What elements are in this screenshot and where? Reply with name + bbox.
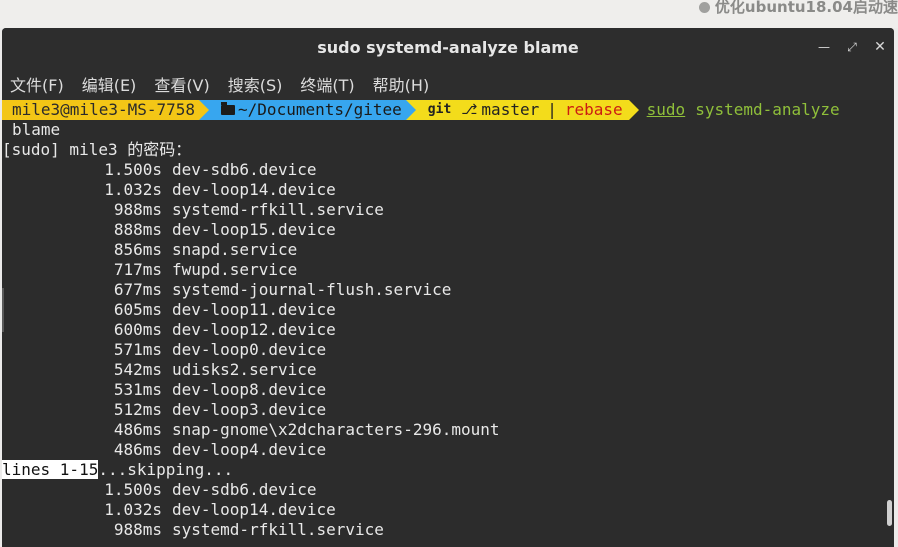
pager-skipping: ...skipping... <box>98 460 234 479</box>
maximize-icon[interactable]: ⤢ <box>844 39 860 55</box>
menu-terminal[interactable]: 终端(T) <box>299 70 355 98</box>
blame-unit: dev-loop3.device <box>172 400 327 419</box>
git-separator: | <box>547 100 557 119</box>
blame-row: 677ms systemd-journal-flush.service <box>2 280 894 300</box>
shell-prompt: mile3@mile3-MS-7758 ~/Documents/gitee gi… <box>2 100 894 120</box>
blame-unit: snapd.service <box>172 240 298 259</box>
blame-row: 1.032s dev-loop14.device <box>2 500 894 520</box>
prompt-git-segment: git ⎇ master | rebase <box>415 100 629 120</box>
menu-help[interactable]: 帮助(H) <box>372 70 431 98</box>
blame-time: 512ms <box>113 400 162 419</box>
blame-time: 988ms <box>113 520 162 539</box>
blame-time: 571ms <box>113 340 162 359</box>
menu-search[interactable]: 搜索(S) <box>227 70 284 98</box>
blame-time: 677ms <box>113 280 162 299</box>
close-icon[interactable]: ✕ <box>872 39 888 55</box>
blame-row: 856ms snapd.service <box>2 240 894 260</box>
blame-time: 888ms <box>113 220 162 239</box>
blame-row: 571ms dev-loop0.device <box>2 340 894 360</box>
menu-edit[interactable]: 编辑(E) <box>81 70 138 98</box>
pager-status: lines 1-15 <box>2 460 99 479</box>
blame-row: 531ms dev-loop8.device <box>2 380 894 400</box>
blame-row: 486ms snap-gnome\x2dcharacters-296.mount <box>2 420 894 440</box>
blame-row: 988ms systemd-rfkill.service <box>2 200 894 220</box>
blame-row: 1.500s dev-sdb6.device <box>2 160 894 180</box>
blame-time: 1.032s <box>104 500 162 519</box>
blame-unit: dev-loop12.device <box>172 320 336 339</box>
prompt-path-segment: ~/Documents/gitee <box>209 100 406 120</box>
background-notice: 优化ubuntu18.04启动速 <box>698 0 898 17</box>
blame-row: 888ms dev-loop15.device <box>2 220 894 240</box>
blame-unit: dev-sdb6.device <box>172 160 317 179</box>
notice-dot-icon <box>698 2 710 13</box>
blame-row: 1.500s dev-sdb6.device <box>2 480 894 500</box>
blame-time: 605ms <box>113 300 162 319</box>
prompt-user-host: mile3@mile3-MS-7758 <box>2 100 200 120</box>
blame-time: 600ms <box>113 320 162 339</box>
blame-unit: dev-sdb6.device <box>172 480 317 499</box>
blame-list: 1.500s dev-sdb6.device 1.032s dev-loop14.de… <box>2 160 894 460</box>
git-icon: git <box>427 102 452 117</box>
blame-time: 531ms <box>113 380 162 399</box>
command-name: systemd-analyze <box>695 100 840 119</box>
title-bar[interactable]: sudo systemd-analyze blame — ⤢ ✕ <box>2 28 894 68</box>
blame-unit: systemd-journal-flush.service <box>172 280 452 299</box>
segment-arrow-icon <box>199 100 210 120</box>
blame-time: 486ms <box>113 440 162 459</box>
blame-row: 605ms dev-loop11.device <box>2 300 894 320</box>
blame-unit: udisks2.service <box>172 360 317 379</box>
menu-view[interactable]: 查看(V) <box>153 70 210 98</box>
blame-unit: fwupd.service <box>172 260 298 279</box>
terminal-output[interactable]: mile3@mile3-MS-7758 ~/Documents/gitee gi… <box>2 100 894 547</box>
command-sudo: sudo <box>646 100 686 119</box>
blame-unit: snap-gnome\x2dcharacters-296.mount <box>172 420 500 439</box>
blame-unit: dev-loop0.device <box>172 340 327 359</box>
blame-row: 1.032s dev-loop14.device <box>2 180 894 200</box>
blame-row: 717ms fwupd.service <box>2 260 894 280</box>
blame-unit: dev-loop14.device <box>172 180 336 199</box>
blame-time: 717ms <box>113 260 162 279</box>
blame-time: 486ms <box>113 420 162 439</box>
blame-row: 486ms dev-loop4.device <box>2 440 894 460</box>
terminal-window: sudo systemd-analyze blame — ⤢ ✕ 文件(F) 编… <box>2 28 894 547</box>
blame-time: 1.032s <box>104 180 162 199</box>
command-continuation: blame <box>12 120 61 139</box>
minimize-icon[interactable]: — <box>816 39 832 55</box>
blame-row: 988ms systemd-rfkill.service <box>2 520 894 540</box>
password-prompt: [sudo] mile3 的密码： <box>2 140 192 159</box>
blame-time: 542ms <box>113 360 162 379</box>
scrollbar-thumb[interactable] <box>887 500 892 526</box>
blame-list-continued: 1.500s dev-sdb6.device 1.032s dev-loop14.de… <box>2 480 894 540</box>
git-branch: master <box>481 100 540 119</box>
prompt-path: ~/Documents/gitee <box>238 100 402 119</box>
blame-row: 512ms dev-loop3.device <box>2 400 894 420</box>
blame-time: 856ms <box>113 240 162 259</box>
menu-file[interactable]: 文件(F) <box>9 70 65 98</box>
menu-bar: 文件(F) 编辑(E) 查看(V) 搜索(S) 终端(T) 帮助(H) <box>2 68 894 100</box>
blame-unit: dev-loop11.device <box>172 300 336 319</box>
blame-unit: dev-loop4.device <box>172 440 327 459</box>
notice-text: 优化ubuntu18.04启动速 <box>714 0 898 16</box>
blame-unit: systemd-rfkill.service <box>172 200 384 219</box>
segment-arrow-icon <box>628 100 639 120</box>
blame-time: 1.500s <box>104 480 162 499</box>
blame-row: 600ms dev-loop12.device <box>2 320 894 340</box>
blame-time: 988ms <box>113 200 162 219</box>
branch-icon: ⎇ <box>461 102 478 118</box>
folder-icon <box>221 102 236 115</box>
window-title: sudo systemd-analyze blame <box>317 38 579 57</box>
git-state: rebase <box>564 100 623 119</box>
blame-row: 542ms udisks2.service <box>2 360 894 380</box>
segment-arrow-icon <box>405 100 416 120</box>
blame-time: 1.500s <box>104 160 162 179</box>
blame-unit: dev-loop15.device <box>172 220 336 239</box>
blame-unit: systemd-rfkill.service <box>172 520 384 539</box>
blame-unit: dev-loop8.device <box>172 380 327 399</box>
blame-unit: dev-loop14.device <box>172 500 336 519</box>
pager-line: lines 1-15...skipping... <box>2 460 894 480</box>
